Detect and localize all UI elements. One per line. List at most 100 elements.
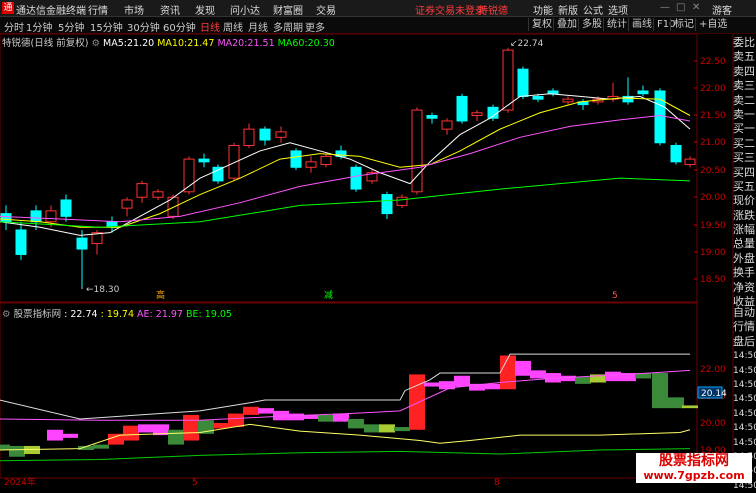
current-value-label: 20.14 [701, 389, 727, 399]
indicator-block [168, 429, 184, 445]
kline-chart[interactable]: 22.50 22.00 21.50 21.00 20.50 20.00 19.50 19.00… [0, 0, 756, 487]
sub-be-line [0, 448, 691, 462]
watermark-logo: 股票指标网 www.7gpzb.com [636, 453, 752, 483]
candle-down [60, 199, 72, 217]
indicator-block [258, 408, 274, 414]
indicator-block [318, 414, 334, 422]
candle-down [76, 237, 88, 250]
indicator-block [333, 413, 349, 422]
indicator-block [530, 370, 546, 379]
sidebar-item: 买三 [733, 151, 755, 165]
candle-up [502, 49, 514, 111]
ma5-line [0, 93, 691, 236]
candle-up [562, 98, 574, 103]
x-axis-label: 2024年 [4, 476, 36, 487]
main-chart-frame [0, 33, 698, 303]
sidebar-item: 换手 [733, 266, 755, 280]
candle-down [456, 95, 468, 122]
candle-up [684, 158, 696, 166]
watermark-line1: 股票指标网 [659, 453, 729, 469]
candle-up [275, 131, 287, 138]
candle-up [152, 191, 164, 198]
sidebar2-item: 14:50 [733, 408, 756, 419]
candle-down [350, 166, 362, 190]
sidebar2-item[interactable]: 行情 [733, 320, 756, 334]
ma60-line [0, 177, 691, 228]
quote-sidebar: 委比 卖五 卖四 卖三 卖二 卖一 买一 买二 买三 买四 买五 现价 涨跌 涨幅 总量 外盘 换手 净资 收益 [733, 36, 756, 309]
sidebar-item: 卖三 [733, 79, 755, 93]
candle-up [45, 210, 57, 223]
y-axis-tick: 19.00 [700, 248, 726, 258]
y-axis-tick: 21.00 [700, 138, 726, 148]
indicator-block [485, 383, 501, 390]
x-axis-label: 5 [192, 478, 198, 487]
indicator-block [243, 406, 259, 415]
candle-down [0, 213, 12, 223]
sidebar-item: 涨跌 [733, 208, 755, 222]
candle-up [121, 199, 133, 209]
sidebar2-item: 14:50 [733, 351, 756, 362]
indicator-block [500, 355, 516, 390]
indicator-block [394, 427, 410, 432]
high-price-label: ↙22.74 [510, 39, 544, 49]
sidebar-item: 买二 [733, 136, 755, 150]
sidebar-item: 外盘 [733, 251, 755, 265]
candle-up [441, 120, 453, 130]
indicator-block [138, 424, 154, 433]
indicator-block [668, 397, 684, 409]
indicator-block [364, 424, 380, 433]
indicator-block [515, 360, 531, 376]
event-marker: 减 [324, 289, 333, 301]
candle-down [290, 150, 302, 168]
indicator-block [348, 418, 364, 429]
indicator-block [213, 423, 229, 429]
sidebar2-item: 14:50 [733, 423, 756, 434]
event-marker: 高 [156, 289, 165, 301]
sidebar2-item[interactable]: 盘后 [733, 335, 756, 349]
sidebar-item: 卖五 [733, 50, 755, 64]
ma10-line [0, 97, 691, 228]
sidebar-item: 委比 [733, 36, 755, 49]
sidebar-item: 涨幅 [733, 223, 755, 237]
indicator-block [9, 445, 25, 457]
candle-down [212, 166, 224, 182]
x-axis-label: 8 [494, 478, 500, 487]
sidebar-item: 买五 [733, 179, 755, 193]
y-axis-tick: 22.50 [700, 57, 726, 67]
candle-up [320, 155, 332, 166]
low-price-label: ←18.30 [86, 285, 120, 295]
candle-up [243, 128, 255, 146]
sidebar-item: 买四 [733, 165, 755, 179]
candle-up [471, 112, 483, 117]
y-axis-tick: 20.00 [700, 193, 726, 203]
y-axis-tick: 21.50 [700, 111, 726, 121]
sidebar-item: 卖一 [733, 107, 755, 121]
candle-down [30, 210, 42, 223]
y-axis-tick: 18.50 [700, 275, 726, 285]
sidebar2-item: 14:50 [733, 379, 756, 390]
event-marker: 5 [612, 291, 618, 301]
candle-down [637, 90, 649, 95]
candle-down [670, 144, 682, 163]
candle-down [426, 115, 438, 119]
indicator-block [424, 382, 440, 387]
ma20-line [0, 114, 691, 223]
indicator-block [379, 424, 395, 433]
indicator-block [682, 405, 698, 409]
y-axis-tick: 19.50 [700, 221, 726, 231]
indicator-block [0, 444, 10, 450]
watermark-line2: www.7gpzb.com [643, 469, 745, 482]
candle-up [228, 144, 240, 179]
sidebar-item: 卖四 [733, 64, 755, 78]
sidebar2-item[interactable]: 自动 [733, 306, 756, 320]
indicator-block [47, 429, 63, 441]
y-axis-tick: 22.00 [700, 84, 726, 94]
sidebar-item: 现价 [733, 194, 755, 208]
indicator-block [123, 425, 139, 441]
sidebar-item: 卖二 [733, 93, 755, 107]
candle-up [305, 161, 317, 168]
indicator-block [454, 375, 470, 387]
indicator-block [605, 371, 621, 382]
candle-down [532, 95, 544, 100]
sidebar2-item: 14:50 [733, 437, 756, 448]
